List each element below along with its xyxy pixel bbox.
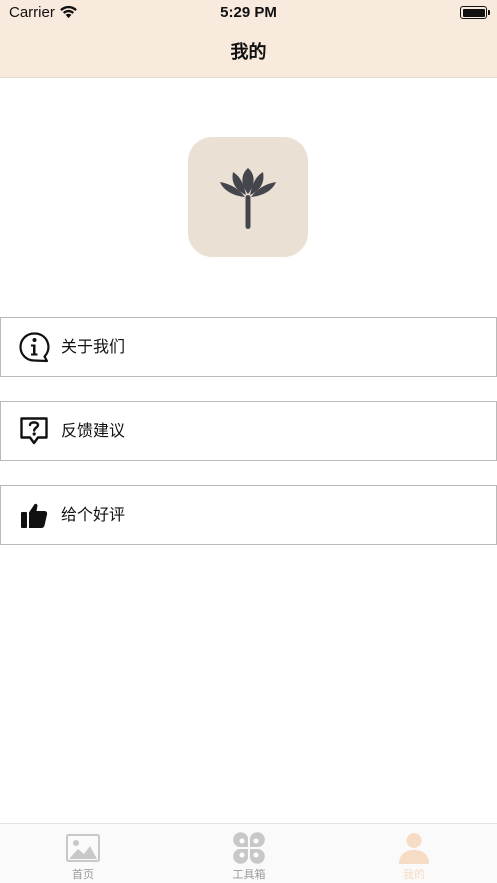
- menu-item-label: 关于我们: [61, 337, 126, 356]
- menu-item-rate-us[interactable]: 给个好评: [0, 485, 497, 545]
- status-time: 5:29 PM: [220, 4, 277, 21]
- tab-bar: 首页 工具箱 我的: [0, 823, 497, 883]
- info-bubble-icon: [19, 332, 50, 363]
- page-title: 我的: [230, 42, 267, 63]
- menu-item-feedback[interactable]: 反馈建议: [0, 401, 497, 461]
- tab-label: 我的: [403, 868, 425, 881]
- tab-label: 工具箱: [232, 868, 266, 881]
- tab-mine[interactable]: 我的: [354, 824, 474, 883]
- menu-item-label: 反馈建议: [61, 421, 126, 440]
- status-bar: Carrier 5:29 PM: [0, 0, 497, 26]
- menu-item-label: 给个好评: [61, 505, 126, 524]
- menu-item-about-us[interactable]: 关于我们: [0, 317, 497, 377]
- question-bubble-icon: [20, 417, 48, 445]
- image-icon: [66, 834, 100, 862]
- tab-label: 首页: [72, 868, 94, 881]
- thumbs-up-icon: [21, 503, 48, 528]
- app-logo: [188, 137, 308, 257]
- tab-home[interactable]: 首页: [23, 824, 143, 883]
- clover-icon: [233, 832, 265, 864]
- person-icon: [399, 833, 429, 864]
- profile-screen: Carrier 5:29 PM 我的 关于我们 反馈建议 给个好评 首页 工具箱…: [0, 0, 497, 883]
- lotus-icon: [220, 168, 276, 229]
- header: Carrier 5:29 PM 我的: [0, 0, 497, 78]
- tab-toolbox[interactable]: 工具箱: [189, 824, 309, 883]
- battery-icon: [460, 6, 490, 19]
